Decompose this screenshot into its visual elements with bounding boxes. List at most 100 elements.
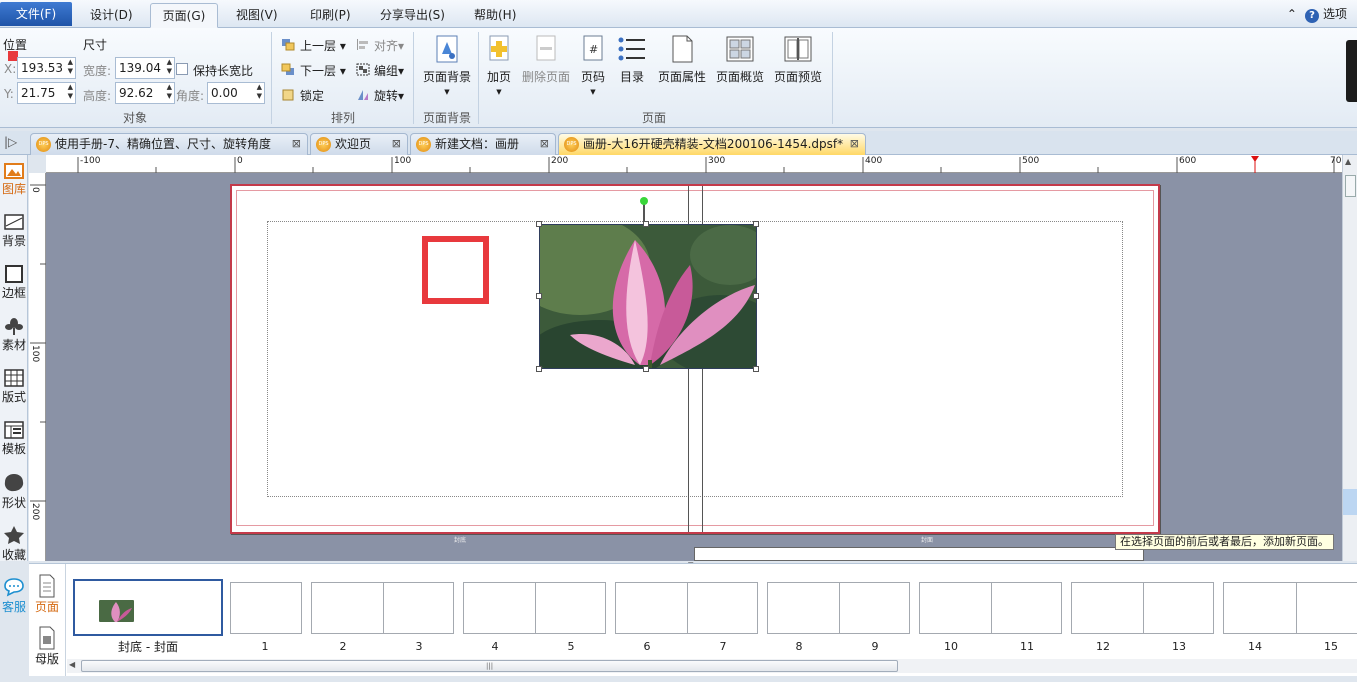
tool-template[interactable]: 模板 (0, 421, 28, 457)
menu-help[interactable]: 帮助(H) (464, 3, 526, 28)
add-page-button[interactable]: 加页 ▼ (483, 34, 515, 96)
page-thumbnail-10-11[interactable] (919, 582, 1062, 634)
page-number-button[interactable]: # 页码 ▼ (578, 34, 608, 96)
tab-welcome[interactable]: DPS 欢迎页 ⊠ (310, 133, 408, 155)
bring-forward-icon (282, 39, 295, 51)
tool-gallery[interactable]: 图库 (0, 161, 28, 197)
tool-customer-service[interactable]: 客服 (0, 577, 28, 615)
lotus-image[interactable] (539, 224, 757, 369)
side-handle[interactable] (1346, 40, 1357, 102)
close-icon[interactable]: ⊠ (540, 134, 549, 154)
page-thumbnail-1[interactable] (230, 582, 302, 634)
resize-handle[interactable] (643, 221, 649, 227)
keep-ratio-checkbox[interactable] (176, 63, 188, 75)
scroll-thumb[interactable] (1345, 175, 1356, 197)
tool-favorites[interactable]: 收藏 (0, 525, 28, 563)
separator (65, 564, 66, 677)
close-icon[interactable]: ⊠ (850, 134, 859, 154)
collapse-ribbon-icon[interactable]: ⌃ (1287, 7, 1297, 21)
close-icon[interactable]: ⊠ (392, 134, 401, 154)
master-tab[interactable]: 母版 (32, 626, 62, 667)
menu-file[interactable]: 文件(F) (0, 2, 72, 26)
page-properties-icon (672, 35, 693, 63)
rotate-button[interactable]: 旋转▾ (374, 87, 404, 104)
toc-button[interactable]: 目录 (616, 34, 648, 85)
page-background-button[interactable]: 页面背景 ▼ (418, 34, 476, 96)
resize-handle[interactable] (536, 221, 542, 227)
scroll-up-icon[interactable]: ▲ (1345, 157, 1351, 166)
tool-layout[interactable]: 版式 (0, 369, 28, 405)
help-icon[interactable]: ? (1304, 9, 1319, 23)
tab-manual[interactable]: DPS 使用手册-7、精确位置、尺寸、旋转角度 ⊠ (30, 133, 308, 155)
page-canvas[interactable]: 封底 封面 (46, 173, 1342, 561)
hscroll-thumb[interactable]: ||| (81, 660, 898, 672)
page-number-label: 7 (719, 640, 727, 653)
resize-handle[interactable] (536, 293, 542, 299)
delete-page-label: 删除页面 (521, 70, 570, 84)
page-thumbnail-12-13[interactable] (1071, 582, 1214, 634)
page-number-label: 12 (1096, 640, 1110, 653)
page-thumbnail-8-9[interactable] (767, 582, 910, 634)
red-square-frame[interactable] (422, 236, 489, 304)
left-tool-panel: 图库 背景 边框 素材 版式 模板 形状 收藏 (0, 155, 28, 563)
chat-bubble-icon (4, 578, 24, 597)
ruler-label: 600 (1179, 156, 1197, 166)
angle-input[interactable]: 0.00 ▲ ▼ (207, 82, 265, 104)
resize-handle[interactable] (753, 366, 759, 372)
page-properties-button[interactable]: 页面属性 (655, 34, 709, 85)
page-overview-icon (726, 36, 754, 62)
document-tab-bar: |▷ DPS 使用手册-7、精确位置、尺寸、旋转角度 ⊠ DPS 欢迎页 ⊠ DPS 新建… (0, 131, 1357, 155)
resize-handle[interactable] (753, 293, 759, 299)
height-input[interactable]: 92.62 ▲ ▼ (115, 82, 175, 104)
tool-background[interactable]: 背景 (0, 213, 28, 249)
lock-button[interactable]: 锁定 (300, 87, 324, 104)
layout-grid-icon (4, 369, 24, 387)
width-input[interactable]: 139.04 ▲ ▼ (115, 57, 175, 79)
align-button[interactable]: 对齐▾ (374, 37, 404, 54)
menu-page[interactable]: 页面(G) (150, 3, 218, 28)
border-icon (5, 265, 23, 283)
vertical-scrollbar[interactable]: ▲ (1342, 155, 1357, 561)
horizontal-ruler: -100 0 100 200 300 400 500 600 70 (46, 155, 1342, 173)
page-preview-book-icon (784, 36, 812, 62)
add-page-icon (489, 35, 509, 61)
resize-handle[interactable] (643, 366, 649, 372)
menu-view[interactable]: 视图(V) (226, 3, 288, 28)
bring-forward-button[interactable]: 上一层 ▾ (300, 37, 346, 54)
menu-design[interactable]: 设计(D) (80, 3, 143, 28)
ruler-label: 100 (394, 156, 412, 166)
tool-material[interactable]: 素材 (0, 317, 28, 353)
ruler-label: -100 (80, 156, 101, 166)
cover-thumbnail[interactable] (73, 579, 223, 636)
delete-page-button[interactable]: 删除页面 (519, 34, 573, 85)
tool-border[interactable]: 边框 (0, 265, 28, 301)
page-spread[interactable] (230, 184, 1160, 534)
close-icon[interactable]: ⊠ (292, 134, 301, 154)
panel-toggle-icon[interactable]: |▷ (4, 135, 17, 149)
tab-new-document[interactable]: DPS 新建文档：画册 ⊠ (410, 133, 556, 155)
send-backward-button[interactable]: 下一层 ▾ (300, 62, 346, 79)
ruler-label: 200 (30, 503, 40, 521)
y-input[interactable]: 21.75 ▲ ▼ (17, 82, 76, 104)
options-button[interactable]: 选项 (1323, 7, 1347, 21)
page-thumbnail-6-7[interactable] (615, 582, 758, 634)
tab-album-document[interactable]: DPS 画册-大16开硬壳精装-文档200106-1454.dpsf* ⊠ (558, 133, 866, 155)
horizontal-scrollbar[interactable]: ◀ ||| (67, 659, 1357, 673)
group-button[interactable]: 编组▾ (374, 62, 404, 79)
x-input[interactable]: 193.53 ▲ ▼ (17, 57, 76, 79)
rotate-handle[interactable] (640, 197, 648, 205)
tool-shape[interactable]: 形状 (0, 473, 28, 511)
page-overview-button[interactable]: 页面概览 (713, 34, 767, 85)
page-thumbnail-14-15[interactable] (1223, 582, 1357, 634)
page-preview-button[interactable]: 页面预览 (771, 34, 825, 85)
page-thumbnail-4-5[interactable] (463, 582, 606, 634)
menu-share[interactable]: 分享导出(S) (370, 3, 455, 28)
dps-file-icon: DPS (316, 137, 331, 152)
menu-print[interactable]: 印刷(P) (300, 3, 361, 28)
scroll-left-icon[interactable]: ◀ (69, 660, 75, 669)
resize-handle[interactable] (753, 221, 759, 227)
page-thumbnail-2-3[interactable] (311, 582, 454, 634)
page-tab[interactable]: 页面 (32, 574, 62, 615)
resize-handle[interactable] (536, 366, 542, 372)
dps-file-icon: DPS (564, 137, 579, 152)
